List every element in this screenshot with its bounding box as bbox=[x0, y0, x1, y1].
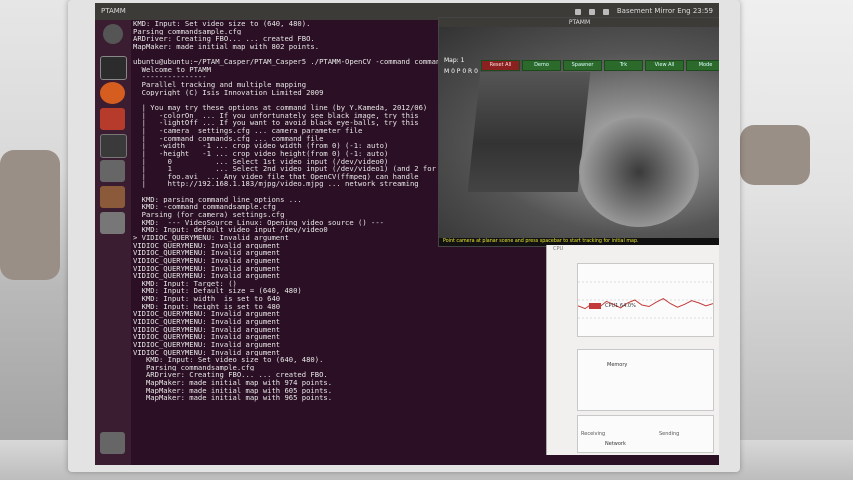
terminal-line: KMD: Input: height is set to 480 bbox=[133, 302, 281, 311]
camera-view[interactable]: Map: 1 M 0 P 0 R 0 Reset All Demo Spawner T… bbox=[439, 27, 719, 238]
terminal-line: MapMaker: made initial map with 974 poin… bbox=[133, 379, 333, 387]
window-title: PTAMM bbox=[101, 7, 126, 15]
memory-legend: Memory bbox=[607, 362, 628, 368]
ptamm-window-title: PTAMM bbox=[439, 18, 719, 27]
ptamm-menu-button[interactable]: View All bbox=[645, 60, 684, 71]
terminal-line: VIDIOC_QUERYMENU: Invalid argument bbox=[133, 348, 281, 357]
ptamm-icon[interactable] bbox=[100, 186, 125, 208]
files-icon[interactable] bbox=[100, 108, 125, 130]
terminal-line: MapMaker: made initial map with 605 poin… bbox=[133, 386, 333, 395]
terminal-line: VIDIOC_QUERYMENU: Invalid argument bbox=[133, 333, 281, 341]
laptop-screen: PTAMM Basement Mirror Eng 23:59 KMD: Inp… bbox=[95, 3, 719, 465]
chair-right bbox=[740, 125, 810, 185]
map-values: M 0 P 0 R 0 bbox=[444, 68, 478, 75]
cpu-graph bbox=[577, 263, 714, 337]
firefox-icon[interactable] bbox=[100, 82, 125, 104]
network-legend: Network bbox=[605, 441, 626, 447]
network-icon[interactable] bbox=[574, 8, 581, 15]
sysmon-title: CPU bbox=[553, 246, 564, 252]
receiving-label: Receiving bbox=[581, 431, 606, 437]
ptamm-menu-button[interactable]: Demo bbox=[522, 60, 561, 71]
camera-scene-target bbox=[579, 117, 699, 227]
system-monitor-icon[interactable] bbox=[100, 134, 127, 158]
dash-icon[interactable] bbox=[103, 24, 123, 44]
ptamm-menu-button[interactable]: Mode bbox=[686, 60, 719, 71]
terminal-line: VIDIOC_QUERYMENU: Invalid argument bbox=[133, 272, 281, 280]
terminal-icon[interactable] bbox=[100, 56, 127, 80]
terminal-line: VIDIOC_QUERYMENU: Invalid argument bbox=[133, 264, 281, 273]
ptamm-menu-button[interactable]: Reset All bbox=[481, 60, 520, 71]
workspace-icon[interactable] bbox=[100, 212, 125, 234]
terminal-line: KMD: Input: Target: () bbox=[133, 279, 237, 288]
memory-graph bbox=[577, 349, 714, 411]
cpu-legend: CPU1 64.0% bbox=[605, 303, 636, 309]
terminal-line: KMD: Input: width is set to 640 bbox=[133, 295, 281, 303]
trash-icon[interactable] bbox=[100, 432, 125, 454]
terminal-line: VIDIOC_QUERYMENU: Invalid argument bbox=[133, 249, 281, 257]
help-icon[interactable] bbox=[100, 160, 125, 182]
terminal-line: VIDIOC_QUERYMENU: Invalid argument bbox=[133, 256, 281, 265]
terminal-line: VIDIOC_QUERYMENU: Invalid argument bbox=[133, 310, 281, 318]
map-label: Map: 1 bbox=[444, 57, 465, 64]
cpu-graph-svg bbox=[577, 281, 714, 319]
terminal-line: VIDIOC_QUERYMENU: Invalid argument bbox=[133, 317, 281, 326]
terminal-line: ARDriver: Creating FBO... ... created FB… bbox=[133, 371, 328, 380]
ptamm-window[interactable]: PTAMM Map: 1 M 0 P 0 R 0 Reset All Demo Sp… bbox=[438, 17, 719, 247]
ubuntu-launcher bbox=[95, 20, 131, 465]
terminal-line: Parsing commandsample.cfg bbox=[133, 363, 255, 372]
camera-scene-object bbox=[467, 72, 591, 192]
mail-icon[interactable] bbox=[602, 8, 609, 15]
cpu-legend-swatch bbox=[589, 303, 601, 309]
terminal-line: KMD: Input: Set video size to (640, 480)… bbox=[133, 356, 324, 364]
system-monitor-window[interactable]: CPU CPU1 64.0% Memory Receiving Sending … bbox=[546, 245, 719, 455]
terminal-line: VIDIOC_QUERYMENU: Invalid argument bbox=[133, 340, 281, 349]
sending-label: Sending bbox=[659, 431, 680, 437]
chair-left bbox=[0, 150, 60, 280]
ptamm-menu-button[interactable]: Trk bbox=[604, 60, 643, 71]
ptamm-menu-button[interactable]: Spawner bbox=[563, 60, 602, 71]
terminal-line: VIDIOC_QUERYMENU: Invalid argument bbox=[133, 325, 281, 334]
volume-icon[interactable] bbox=[588, 8, 595, 15]
terminal-line: KMD: Input: Default size = (640, 480) bbox=[133, 287, 302, 296]
terminal-line: MapMaker: made initial map with 965 poin… bbox=[133, 394, 333, 403]
ptamm-menu-bar: Reset All Demo Spawner Trk View All Mode bbox=[481, 60, 719, 71]
